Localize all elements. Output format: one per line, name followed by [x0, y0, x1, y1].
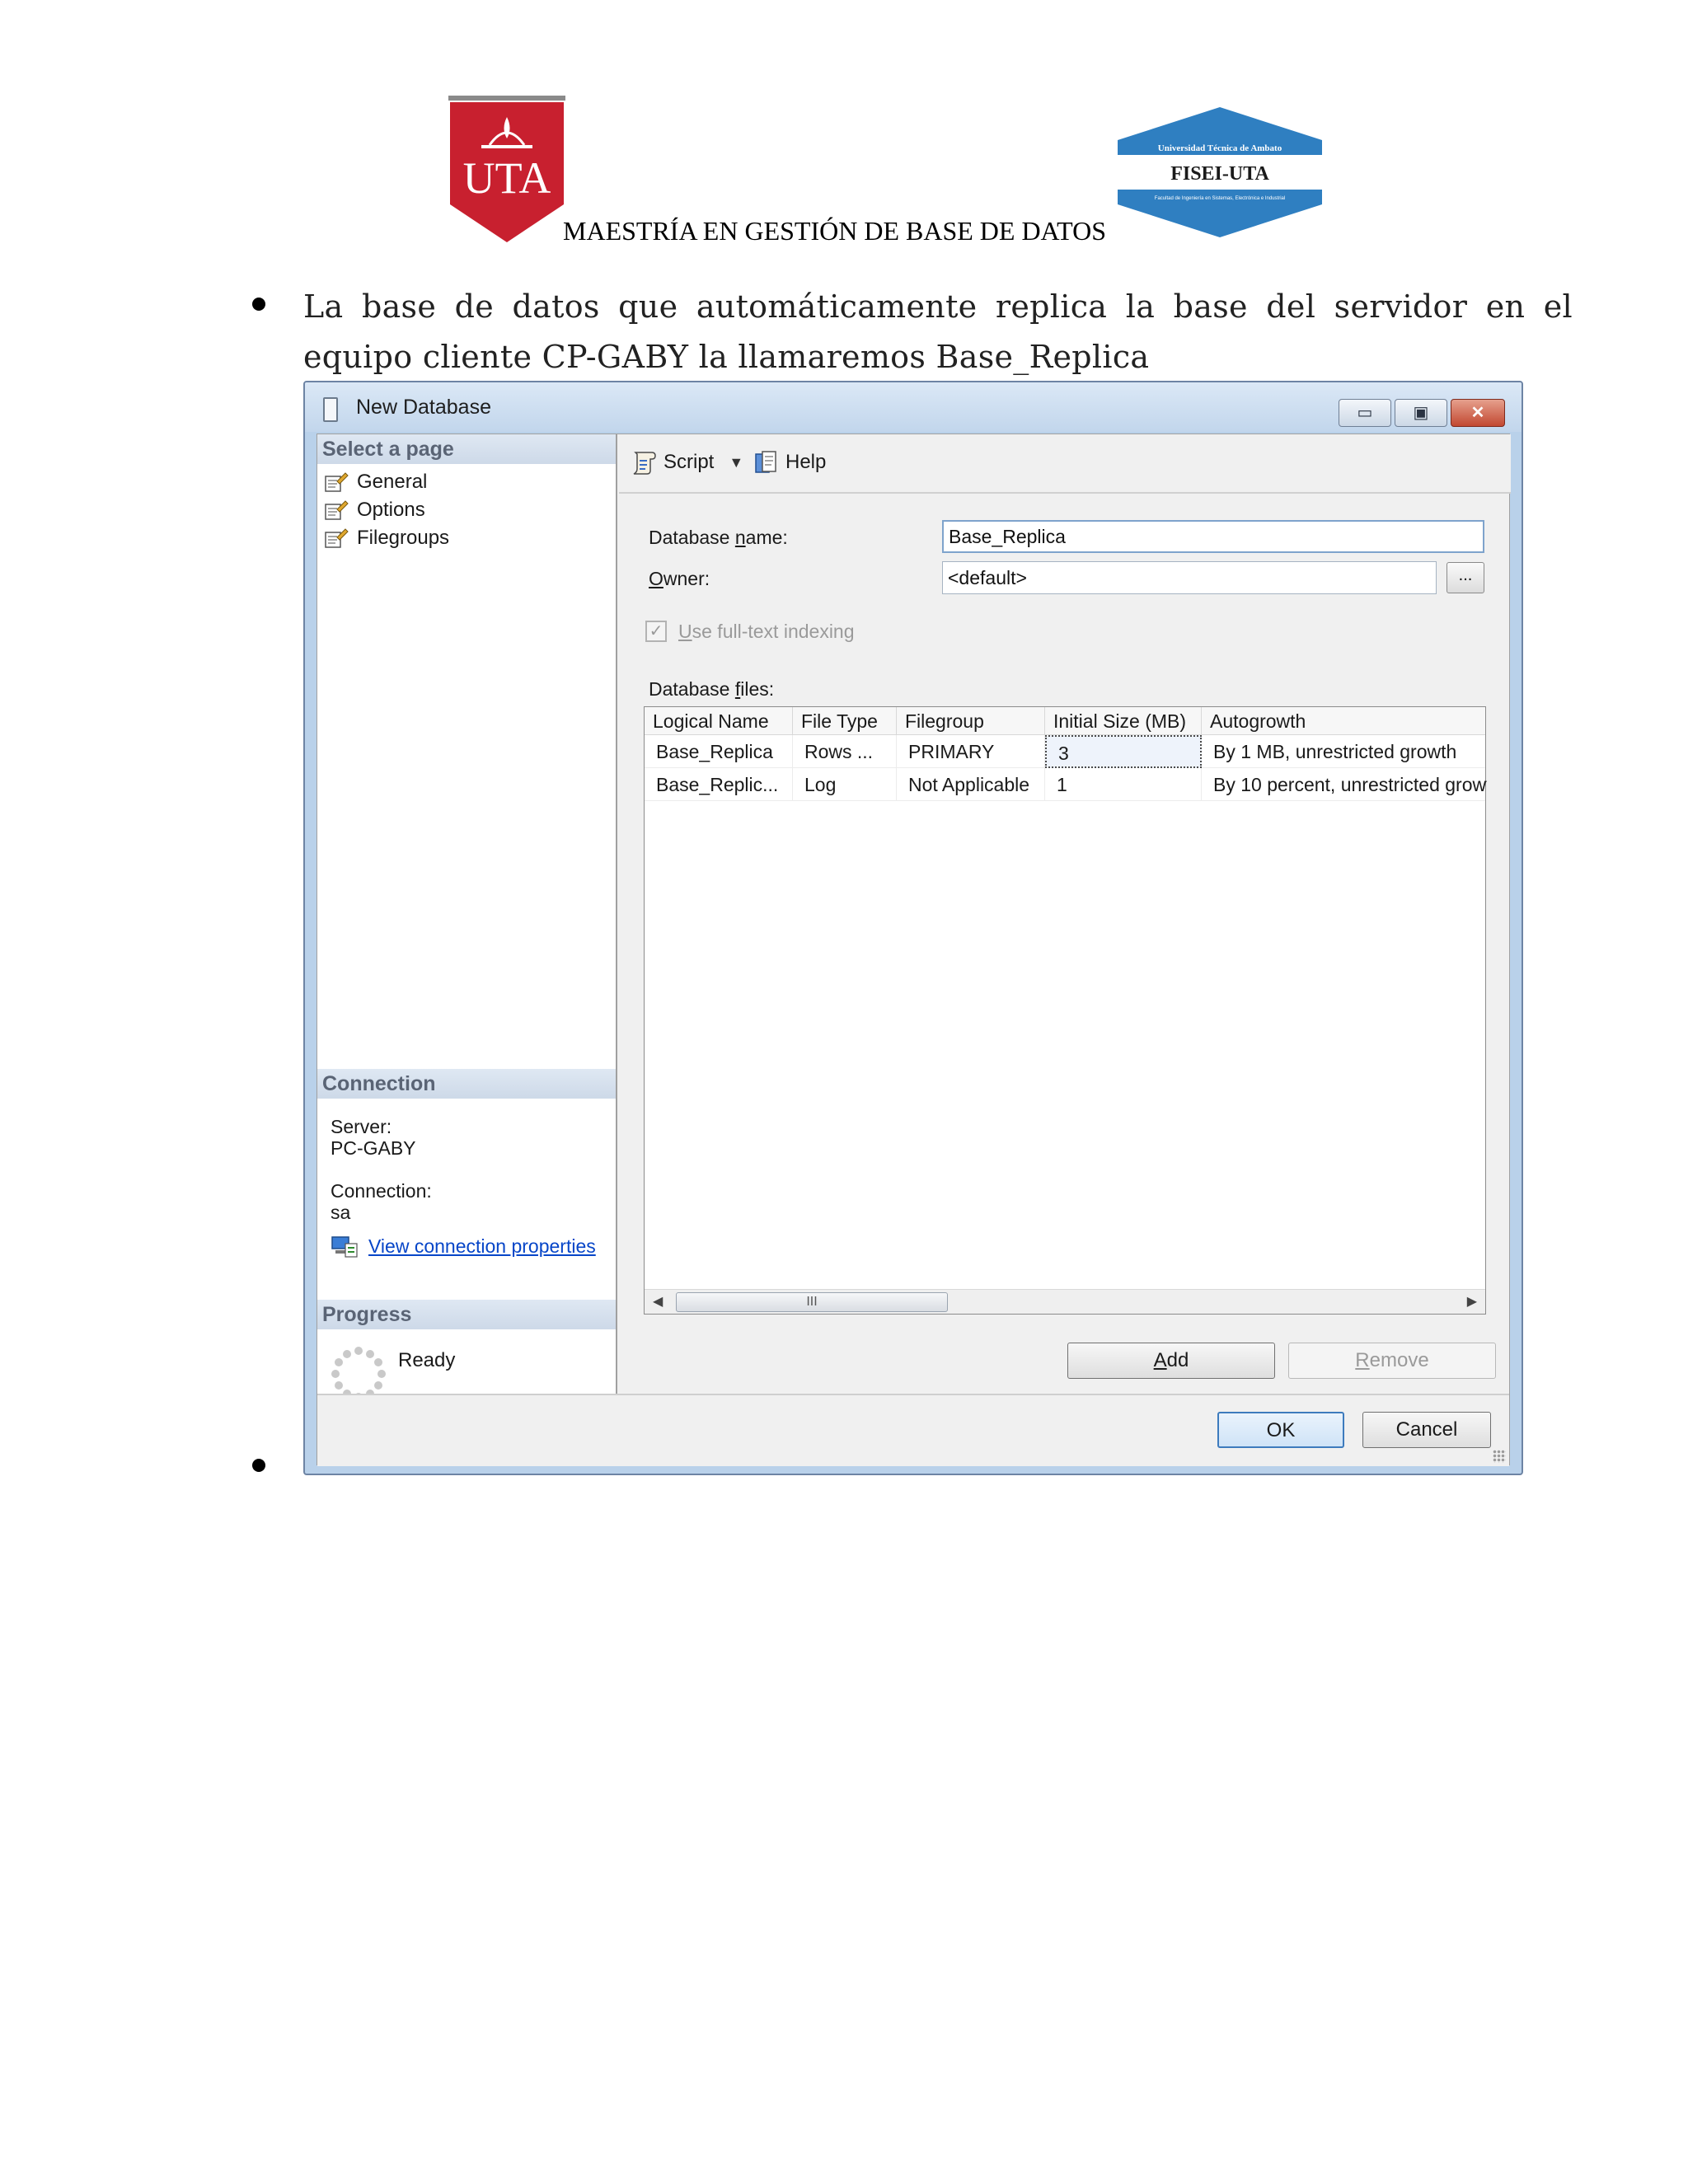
cell-autogrowth[interactable]: By 10 percent, unrestricted growt	[1202, 768, 1487, 801]
cell-file-type[interactable]: Log	[793, 768, 897, 801]
help-book-icon	[753, 449, 779, 476]
cancel-button[interactable]: Cancel	[1362, 1412, 1491, 1448]
view-connection-properties-link[interactable]: View connection properties	[331, 1234, 596, 1258]
page-item-filegroups[interactable]: Filegroups	[324, 525, 449, 551]
fulltext-indexing-label: Use full-text indexing	[678, 621, 855, 642]
page-item-general[interactable]: General	[324, 469, 427, 495]
server-value: PC-GABY	[331, 1137, 416, 1159]
page-wrench-icon	[324, 471, 349, 493]
svg-text:UTA: UTA	[463, 153, 551, 203]
table-row[interactable]: Base_Replica Rows ... PRIMARY 3 By 1 MB,…	[645, 735, 1485, 768]
cell-initial-size[interactable]: 1	[1045, 768, 1202, 801]
new-database-dialog: New Database ▭ ▣ ✕ Select a page General…	[303, 381, 1523, 1475]
fisei-uta-logo: Universidad Técnica de Ambato FISEI-UTA …	[1118, 107, 1322, 237]
left-pane: Select a page General Options Filegroups	[317, 434, 617, 1401]
page-item-label: Options	[357, 499, 425, 521]
progress-header: Progress	[317, 1300, 616, 1329]
connection-value: sa	[331, 1202, 351, 1223]
script-label: Script	[663, 451, 715, 473]
table-row[interactable]: Base_Replic... Log Not Applicable 1 By 1…	[645, 768, 1487, 801]
svg-text:FISEI-UTA: FISEI-UTA	[1170, 163, 1269, 185]
database-icon	[323, 397, 338, 422]
grid-header-row: Logical Name File Type Filegroup Initial…	[645, 707, 1485, 735]
cell-file-type[interactable]: Rows ...	[793, 735, 897, 768]
owner-input[interactable]	[942, 561, 1437, 594]
ok-button[interactable]: OK	[1217, 1412, 1344, 1448]
database-name-label: Database name:	[649, 527, 788, 548]
database-files-label: Database files:	[649, 678, 775, 700]
dialog-client-area: Select a page General Options Filegroups	[316, 434, 1511, 1466]
cell-filegroup[interactable]: PRIMARY	[897, 735, 1045, 768]
cell-autogrowth[interactable]: By 1 MB, unrestricted growth	[1202, 735, 1487, 768]
owner-browse-button[interactable]: ...	[1447, 562, 1484, 593]
dialog-title: New Database	[356, 396, 491, 419]
cell-filegroup[interactable]: Not Applicable	[897, 768, 1045, 801]
server-label: Server:	[331, 1116, 392, 1137]
help-button[interactable]: Help	[753, 449, 826, 476]
page-wrench-icon	[324, 499, 349, 521]
remove-button[interactable]: Remove	[1288, 1343, 1496, 1379]
page-item-options[interactable]: Options	[324, 497, 425, 523]
database-name-input[interactable]	[942, 520, 1484, 553]
column-header-file-type[interactable]: File Type	[793, 707, 897, 735]
uta-logo: UTA	[448, 96, 565, 242]
database-files-grid[interactable]: Logical Name File Type Filegroup Initial…	[644, 706, 1487, 1315]
dropdown-arrow-icon[interactable]: ▼	[729, 454, 743, 471]
column-header-filegroup[interactable]: Filegroup	[897, 707, 1045, 735]
page-item-label: General	[357, 471, 428, 493]
resize-grip-icon[interactable]	[1493, 1450, 1506, 1463]
cell-logical-name[interactable]: Base_Replica	[645, 735, 793, 768]
connection-header: Connection	[317, 1069, 616, 1099]
document-heading: MAESTRÍA EN GESTIÓN DE BASE DE DATOS	[563, 216, 1106, 246]
maximize-button[interactable]: ▣	[1395, 399, 1447, 427]
column-header-autogrowth[interactable]: Autogrowth	[1202, 707, 1487, 735]
connection-label: Connection:	[331, 1180, 432, 1202]
dialog-footer: OK Cancel	[317, 1394, 1509, 1466]
page-wrench-icon	[324, 527, 349, 549]
fulltext-indexing-checkbox[interactable]: ✓	[645, 621, 667, 642]
toolbar: Script ▼ Help	[619, 434, 1511, 494]
empty-bullet-point	[252, 1459, 265, 1472]
close-button[interactable]: ✕	[1451, 399, 1505, 427]
svg-text:Facultad de Ingeniería en Sist: Facultad de Ingeniería en Sistemas, Elec…	[1155, 196, 1285, 201]
svg-text:Universidad Técnica de Ambato: Universidad Técnica de Ambato	[1158, 143, 1282, 153]
dialog-titlebar[interactable]: New Database ▭ ▣ ✕	[305, 382, 1522, 432]
cell-initial-size[interactable]: 3	[1045, 735, 1202, 768]
progress-status: Ready	[398, 1349, 456, 1371]
column-header-logical-name[interactable]: Logical Name	[645, 707, 793, 735]
connection-properties-icon	[331, 1234, 359, 1258]
bullet-paragraph: La base de datos que automáticamente rep…	[303, 288, 1573, 375]
bullet-point	[252, 298, 265, 311]
owner-label: Owner:	[649, 568, 710, 589]
scroll-left-icon[interactable]: ◀	[653, 1293, 663, 1310]
cell-logical-name[interactable]: Base_Replic...	[645, 768, 793, 801]
page-item-label: Filegroups	[357, 527, 450, 549]
scrollbar-thumb[interactable]: III	[676, 1292, 948, 1312]
select-page-header: Select a page	[317, 434, 616, 464]
scroll-right-icon[interactable]: ▶	[1467, 1293, 1477, 1310]
add-button[interactable]: Add	[1067, 1343, 1275, 1379]
script-scroll-icon	[631, 449, 657, 476]
view-connection-properties-label: View connection properties	[368, 1235, 596, 1257]
script-button[interactable]: Script ▼	[631, 449, 743, 476]
column-header-initial-size[interactable]: Initial Size (MB)	[1045, 707, 1202, 735]
help-label: Help	[785, 451, 827, 473]
horizontal-scrollbar[interactable]: ◀ III ▶	[645, 1289, 1485, 1314]
minimize-button[interactable]: ▭	[1339, 399, 1391, 427]
